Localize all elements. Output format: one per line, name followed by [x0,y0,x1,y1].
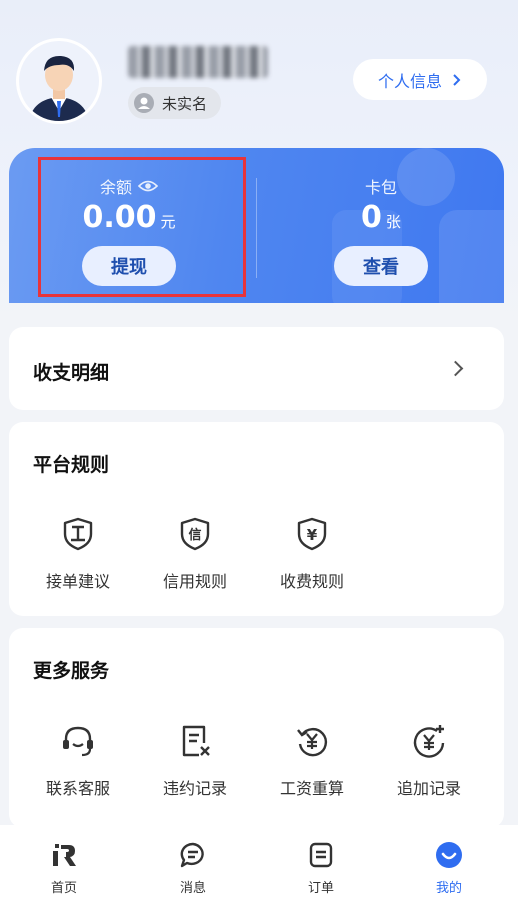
order-icon [309,842,333,868]
rule-item-label: 收费规则 [279,572,344,591]
svg-text:¥: ¥ [307,526,318,544]
wallet-divider [256,178,257,278]
message-icon [180,842,204,868]
highlight-box [38,157,246,297]
cards-value: 0 [361,200,382,235]
service-item-label: 违约记录 [162,779,227,798]
statement-card[interactable]: 收支明细 [9,327,504,410]
avatar[interactable] [16,38,102,124]
cards-label: 卡包 [364,178,397,197]
username-blurred [128,46,268,78]
bottom-nav: 首页 消息 订单 我的 [0,825,518,900]
cards-unit: 张 [385,213,401,231]
nav-item-messages[interactable]: 消息 [143,825,243,896]
nav-label: 首页 [50,881,77,896]
headset-icon [63,726,93,757]
svg-text:信: 信 [188,527,201,543]
shield-gong-icon [63,517,93,551]
service-item-label: 追加记录 [396,779,461,798]
yen-refresh-icon [297,728,327,757]
service-item-label: 联系客服 [45,779,110,798]
platform-rules-title: 平台规则 [33,454,110,476]
rule-item-fee-rules[interactable]: ¥ 收费规则 [262,516,362,592]
profile-smile-icon [436,842,462,868]
statement-title: 收支明细 [33,362,110,384]
nav-label: 消息 [179,881,206,896]
more-services-title: 更多服务 [33,660,110,682]
realname-status-badge[interactable]: 未实名 [128,87,222,119]
chevron-right-icon [453,73,461,86]
avatar-illustration [19,41,99,121]
personal-info-label: 个人信息 [377,71,442,91]
service-item-default-records[interactable]: 违约记录 [145,723,245,799]
view-cards-button[interactable]: 查看 [334,246,428,286]
service-item-contact-support[interactable]: 联系客服 [28,723,128,799]
personal-info-button[interactable]: 个人信息 [353,59,487,100]
rule-item-label: 信用规则 [162,572,227,591]
platform-rules-card: 平台规则 接单建议 信 信用规则 ¥ 收费规则 [9,422,504,616]
nav-label: 订单 [307,881,334,896]
more-services-card: 更多服务 联系客服 违约记录 工资重算 追加记录 [9,628,504,828]
document-x-icon [182,725,210,757]
shield-xin-icon: 信 [180,517,210,551]
chevron-right-icon [447,360,464,377]
user-verify-icon [134,93,154,113]
shield-yen-icon: ¥ [297,517,327,551]
rule-item-order-advice[interactable]: 接单建议 [28,516,128,592]
service-item-salary-recalc[interactable]: 工资重算 [262,723,362,799]
nav-item-orders[interactable]: 订单 [271,825,371,896]
service-item-label: 工资重算 [279,779,344,798]
home-logo-icon [53,844,76,866]
nav-item-home[interactable]: 首页 [14,825,114,896]
realname-status-text: 未实名 [162,94,208,113]
nav-item-mine[interactable]: 我的 [399,825,499,896]
yen-plus-icon [413,725,445,758]
rule-item-credit-rules[interactable]: 信 信用规则 [145,516,245,592]
cards-amount: 0张 [261,200,501,235]
rule-item-label: 接单建议 [45,572,110,591]
card-wallet-section: 卡包 0张 查看 [261,148,501,303]
nav-label: 我的 [435,881,462,896]
service-item-append-records[interactable]: 追加记录 [379,723,479,799]
